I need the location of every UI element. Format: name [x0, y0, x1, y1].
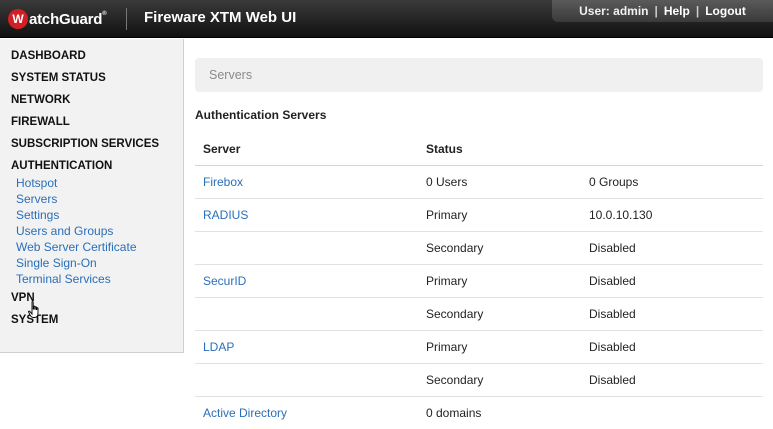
column-header-status: Status [418, 133, 581, 166]
product-title: Fireware XTM Web UI [144, 9, 297, 26]
hand-pointer-icon [28, 301, 39, 318]
server-status: Secondary [418, 363, 581, 397]
page-title: Authentication Servers [195, 108, 327, 122]
watchguard-logo-text: atchGuard® [29, 10, 107, 28]
table-row: SecurID Primary Disabled [195, 264, 763, 298]
table-row: Firebox 0 Users 0 Groups [195, 165, 763, 199]
server-detail: 0 Groups [581, 165, 763, 199]
main-content: Servers Authentication Servers Server St… [195, 58, 763, 429]
column-header-server: Server [195, 133, 418, 166]
server-detail: Disabled [581, 231, 763, 265]
server-detail: Disabled [581, 264, 763, 298]
server-detail: 10.0.10.130 [581, 198, 763, 232]
server-link-active-directory[interactable]: Active Directory [203, 406, 287, 420]
table-row: Secondary Disabled [195, 231, 763, 265]
sidebar-subitem-users-and-groups[interactable]: Users and Groups [0, 223, 183, 239]
watchguard-logo[interactable]: W atchGuard® [8, 8, 107, 30]
watchguard-logo-mark: W [8, 9, 28, 29]
server-name-empty [195, 231, 418, 265]
table-row: Secondary Disabled [195, 297, 763, 331]
table-header-row: Server Status [195, 133, 763, 166]
authentication-submenu: Hotspot Servers Settings Users and Group… [0, 175, 183, 287]
sidebar-item-subscription-services[interactable]: SUBSCRIPTION SERVICES [0, 135, 183, 157]
table-row: Secondary Disabled [195, 363, 763, 397]
user-bar-separator: | [654, 4, 658, 18]
current-user-label: User: admin [579, 4, 649, 18]
server-name-empty [195, 363, 418, 397]
authentication-servers-table: Server Status Firebox 0 Users 0 Groups R… [195, 133, 763, 429]
sidebar-subitem-servers[interactable]: Servers [0, 191, 183, 207]
server-status: Primary [418, 198, 581, 232]
server-status: 0 domains [426, 405, 482, 420]
help-link[interactable]: Help [664, 4, 690, 18]
sidebar-subitem-hotspot[interactable]: Hotspot [0, 175, 183, 191]
server-detail: Disabled [581, 330, 763, 364]
logout-link[interactable]: Logout [705, 4, 746, 18]
server-status: Secondary [418, 231, 581, 265]
sidebar-item-system-status[interactable]: SYSTEM STATUS [0, 69, 183, 91]
sidebar-subitem-settings[interactable]: Settings [0, 207, 183, 223]
server-status: 0 Users [418, 165, 581, 199]
sidebar-subitem-web-server-certificate[interactable]: Web Server Certificate [0, 239, 183, 255]
server-detail: Disabled [581, 363, 763, 397]
server-status: Primary [418, 330, 581, 364]
table-row: Active Directory 0 domains [195, 396, 763, 429]
server-detail: Disabled [581, 297, 763, 331]
server-link-ldap[interactable]: LDAP [203, 340, 234, 354]
sidebar-item-network[interactable]: NETWORK [0, 91, 183, 113]
server-status: Secondary [418, 297, 581, 331]
server-detail [581, 396, 763, 429]
sidebar-subitem-terminal-services[interactable]: Terminal Services [0, 271, 183, 287]
table-row: RADIUS Primary 10.0.10.130 [195, 198, 763, 232]
sidebar-item-firewall[interactable]: FIREWALL [0, 113, 183, 135]
user-bar-separator: | [695, 4, 700, 18]
app-header: W atchGuard® Fireware XTM Web UI User: a… [0, 0, 773, 38]
header-divider [126, 8, 127, 30]
server-link-securid[interactable]: SecurID [203, 274, 246, 288]
server-link-firebox[interactable]: Firebox [203, 175, 243, 189]
user-bar: User: admin | Help | Logout [552, 0, 773, 22]
server-status: Primary [418, 264, 581, 298]
server-name-empty [195, 297, 418, 331]
server-link-radius[interactable]: RADIUS [203, 208, 248, 222]
column-header-detail [581, 133, 763, 166]
sidebar-subitem-single-sign-on[interactable]: Single Sign-On [0, 255, 183, 271]
breadcrumb: Servers [195, 58, 763, 92]
sidebar-item-dashboard[interactable]: DASHBOARD [0, 47, 183, 69]
table-row: LDAP Primary Disabled [195, 330, 763, 364]
